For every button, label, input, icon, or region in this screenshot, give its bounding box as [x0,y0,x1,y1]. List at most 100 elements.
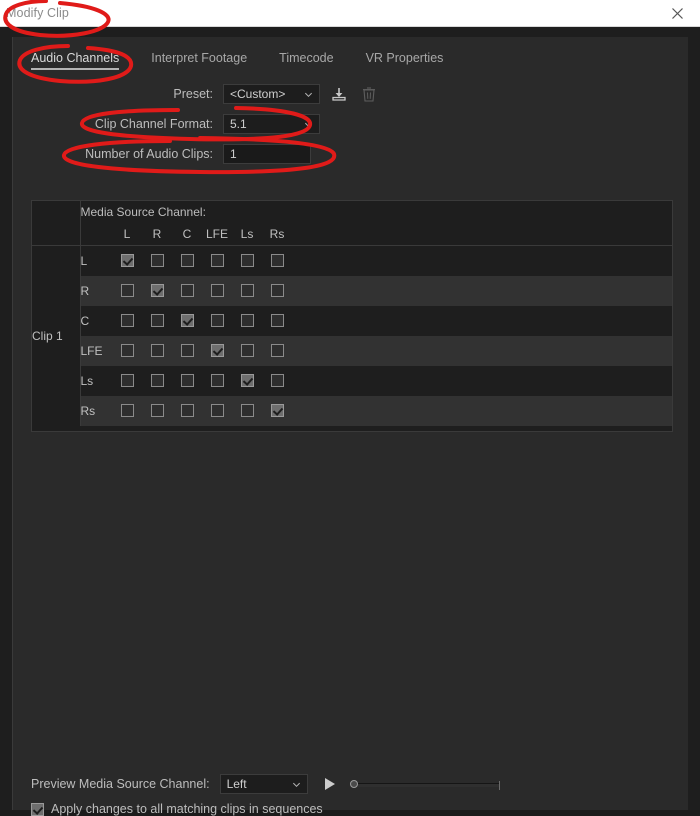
row-channel-label: C [79,306,112,336]
checkbox-lfe-l[interactable] [112,336,142,366]
checkbox-ls-r[interactable] [142,366,172,396]
table-row: C [32,306,672,336]
table-row: LFE [32,336,672,366]
checkbox-lfe-c[interactable] [172,336,202,366]
clip-channel-format-select[interactable]: 5.1 [223,114,320,134]
tab-audio-channels[interactable]: Audio Channels [31,51,137,71]
number-of-audio-clips-input[interactable]: 1 [223,144,311,164]
checkbox-c-rs[interactable] [262,306,293,336]
number-of-audio-clips-row: Number of Audio Clips: 1 [13,143,688,165]
volume-track [349,781,500,790]
matrix-column-header-row: L R C LFE Ls Rs [32,223,672,246]
checkbox-ls-l[interactable] [112,366,142,396]
table-row: R [32,276,672,306]
checkbox-rs-c[interactable] [172,396,202,426]
table-row: Rs [32,396,672,426]
row-channel-label: Rs [79,396,112,426]
checkbox-l-rs[interactable] [262,245,293,276]
apply-changes-row[interactable]: Apply changes to all matching clips in s… [31,802,670,816]
checkbox-c-ls[interactable] [232,306,262,336]
row-channel-label: L [79,245,112,276]
window-title: Modify Clip [6,6,69,20]
checkbox-l-c[interactable] [172,245,202,276]
preview-channel-value: Left [226,777,247,791]
checkbox-r-ls[interactable] [232,276,262,306]
checkbox-lfe-lfe[interactable] [202,336,232,366]
checkbox-lfe-ls[interactable] [232,336,262,366]
row-channel-label: LFE [79,336,112,366]
checkbox-rs-r[interactable] [142,396,172,426]
apply-changes-checkbox[interactable] [31,802,44,816]
preview-media-source-channel-label: Preview Media Source Channel: [31,777,210,791]
source-col-header-ls: Ls [232,223,262,246]
volume-slider[interactable] [349,779,500,790]
preset-value: <Custom> [230,87,286,101]
chevron-down-icon [304,122,313,127]
checkbox-r-l[interactable] [112,276,142,306]
channel-matrix-table: Media Source Channel: L R C LFE Ls Rs Cl… [32,201,672,426]
clip-channel-format-row: Clip Channel Format: 5.1 [13,113,688,135]
source-col-header-r: R [142,223,172,246]
checkbox-lfe-r[interactable] [142,336,172,366]
checkbox-rs-l[interactable] [112,396,142,426]
preview-channel-select[interactable]: Left [219,774,308,794]
checkbox-lfe-rs[interactable] [262,336,293,366]
checkbox-rs-rs[interactable] [262,396,293,426]
checkbox-c-lfe[interactable] [202,306,232,336]
checkbox-rs-ls[interactable] [232,396,262,426]
source-col-header-c: C [172,223,202,246]
source-col-header-lfe: LFE [202,223,232,246]
checkbox-c-c[interactable] [172,306,202,336]
clip-label: Clip 1 [32,245,81,426]
play-icon[interactable] [320,774,340,794]
checkbox-ls-lfe[interactable] [202,366,232,396]
tab-vr-properties[interactable]: VR Properties [366,51,462,71]
save-preset-icon[interactable] [328,84,350,104]
checkbox-r-c[interactable] [172,276,202,306]
clip-channel-format-value: 5.1 [230,117,247,131]
channel-matrix: Media Source Channel: L R C LFE Ls Rs Cl… [31,200,673,432]
tab-label: Interpret Footage [151,51,248,65]
number-of-audio-clips-value: 1 [230,147,237,161]
tab-label: VR Properties [365,51,444,65]
dialog-body: Audio Channels Interpret Footage Timecod… [0,27,700,816]
preset-select[interactable]: <Custom> [223,84,320,104]
close-icon[interactable] [660,0,694,26]
checkbox-l-r[interactable] [142,245,172,276]
number-of-audio-clips-label: Number of Audio Clips: [85,147,213,161]
source-col-header-rs: Rs [262,223,293,246]
checkbox-l-l[interactable] [112,245,142,276]
preview-row: Preview Media Source Channel: Left [31,773,670,795]
media-source-channel-label: Media Source Channel: [79,201,293,223]
footer-area: Preview Media Source Channel: Left Apply… [31,760,670,816]
tab-timecode[interactable]: Timecode [279,51,351,71]
matrix-header-row: Media Source Channel: [32,201,672,223]
checkbox-l-lfe[interactable] [202,245,232,276]
checkbox-ls-c[interactable] [172,366,202,396]
tab-label: Audio Channels [31,51,120,65]
checkbox-r-lfe[interactable] [202,276,232,306]
checkbox-c-r[interactable] [142,306,172,336]
table-row: Ls [32,366,672,396]
checkbox-l-ls[interactable] [232,245,262,276]
title-bar: Modify Clip [0,0,700,27]
apply-changes-label: Apply changes to all matching clips in s… [51,802,323,816]
checkbox-r-rs[interactable] [262,276,293,306]
checkbox-ls-rs[interactable] [262,366,293,396]
content-panel: Audio Channels Interpret Footage Timecod… [12,37,688,816]
checkbox-ls-ls[interactable] [232,366,262,396]
row-channel-label: R [79,276,112,306]
table-row: Clip 1 L [32,245,672,426]
row-channel-label: Ls [79,366,112,396]
checkbox-c-l[interactable] [112,306,142,336]
preset-label: Preset: [173,87,213,101]
checkbox-rs-lfe[interactable] [202,396,232,426]
tab-interpret-footage[interactable]: Interpret Footage [151,51,265,71]
tab-label: Timecode [279,51,334,65]
source-col-header-l: L [112,223,142,246]
modify-clip-dialog: Modify Clip Audio Channels Interpret Foo… [0,0,700,816]
trash-icon[interactable] [358,84,380,104]
preset-row: Preset: <Custom> [13,83,688,105]
checkbox-r-r[interactable] [142,276,172,306]
volume-knob[interactable] [349,780,358,788]
